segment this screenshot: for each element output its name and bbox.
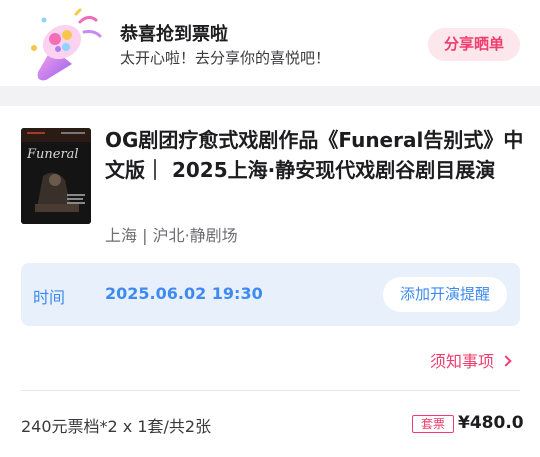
chevron-right-icon xyxy=(500,355,512,367)
poster-image: Funeral xyxy=(21,128,91,224)
total-price: ¥480.0 xyxy=(458,413,524,433)
show-poster[interactable]: Funeral xyxy=(21,128,91,224)
ticket-summary: 240元票档*2 x 1套/共2张 xyxy=(21,417,212,436)
add-reminder-button[interactable]: 添加开演提醒 xyxy=(383,277,507,312)
notice-link[interactable]: 须知事项 xyxy=(430,348,512,372)
showtime-panel: 时间 2025.06.02 19:30 添加开演提醒 xyxy=(21,263,520,326)
poster-title: Funeral xyxy=(26,147,79,162)
notice-label: 须知事项 xyxy=(430,352,495,371)
divider xyxy=(21,390,520,391)
time-label: 时间 xyxy=(33,288,66,307)
congrats-title: 恭喜抢到票啦 xyxy=(120,24,228,45)
congrats-subtitle: 太开心啦！去分享你的喜悦吧！ xyxy=(120,49,331,67)
show-datetime: 2025.06.02 19:30 xyxy=(105,284,263,303)
package-ticket-badge: 套票 xyxy=(412,415,454,433)
success-banner: 恭喜抢到票啦 太开心啦！去分享你的喜悦吧！ 分享晒单 xyxy=(0,0,540,86)
celebration-popper-icon xyxy=(31,8,102,81)
share-order-button[interactable]: 分享晒单 xyxy=(428,28,520,61)
venue-text: 上海 | 沪北·静剧场 xyxy=(105,226,238,245)
show-title[interactable]: OG剧团疗愈式戏剧作品《Funeral告别式》中文版｜ 2025上海·静安现代戏… xyxy=(105,126,525,185)
order-card: Funeral OG剧团疗愈式戏剧作品《Funeral告别式》中文版｜ 2025… xyxy=(0,106,540,457)
